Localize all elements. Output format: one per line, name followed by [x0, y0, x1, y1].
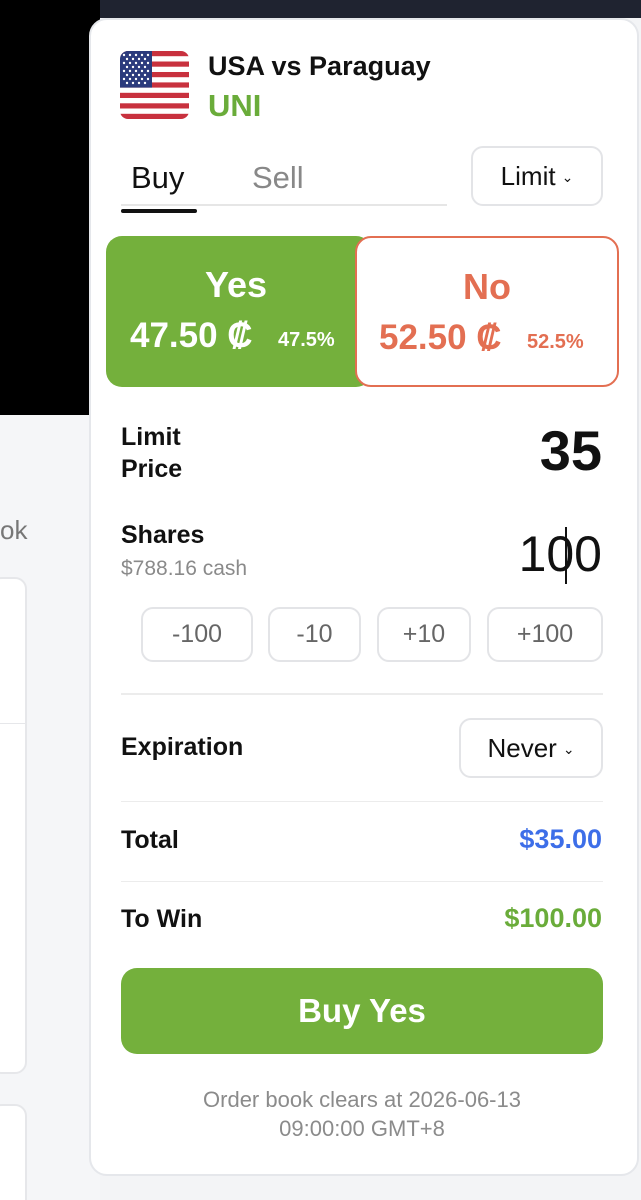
divider: [121, 801, 603, 802]
market-outcome: UNI: [208, 88, 262, 123]
shares-minus-100-button[interactable]: -100: [141, 607, 253, 662]
order-type-dropdown[interactable]: Limit ⌄: [471, 146, 603, 206]
limit-price-input[interactable]: 35: [480, 418, 602, 483]
no-price: 52.50 ₡: [379, 318, 502, 357]
order-book-note-line1: Order book clears at 2026-06-13: [203, 1087, 521, 1112]
shares-plus-100-button[interactable]: +100: [487, 607, 603, 662]
no-outcome-button[interactable]: No 52.50 ₡ 52.5%: [355, 236, 619, 387]
divider: [121, 693, 603, 695]
to-win-value: $100.00: [504, 903, 602, 933]
chevron-down-icon: ⌄: [561, 168, 574, 185]
total-value: $35.00: [519, 824, 602, 854]
yes-percentage: 47.5%: [278, 329, 335, 351]
tab-buy[interactable]: Buy: [131, 160, 184, 196]
total-label: Total: [121, 826, 179, 854]
background-card: [0, 1104, 27, 1200]
expiration-label: Expiration: [121, 733, 244, 761]
buy-yes-button[interactable]: Buy Yes: [121, 968, 603, 1054]
shares-input[interactable]: 100: [440, 525, 602, 583]
no-label: No: [463, 266, 511, 307]
no-percentage: 52.5%: [527, 331, 584, 353]
tab-divider: [121, 204, 447, 206]
available-cash: $788.16 cash: [121, 557, 248, 580]
background-card: [0, 577, 27, 1074]
limit-price-label: Limit Price: [121, 423, 183, 483]
tab-active-indicator: [121, 209, 197, 213]
background-partial-heading: ok: [0, 515, 28, 545]
text-cursor: [565, 527, 567, 584]
tab-sell[interactable]: Sell: [252, 160, 304, 196]
expiration-dropdown[interactable]: Never ⌄: [459, 718, 603, 778]
background-card-divider: [0, 723, 27, 724]
us-flag-icon: [120, 51, 189, 119]
order-book-note: Order book clears at 2026-06-13 09:00:00…: [121, 1085, 603, 1143]
yes-outcome-button[interactable]: Yes 47.50 ₡ 47.5%: [106, 236, 372, 387]
chevron-down-icon: ⌄: [562, 740, 575, 757]
yes-label: Yes: [204, 264, 268, 305]
yes-price: 47.50 ₡: [130, 316, 253, 355]
shares-minus-10-button[interactable]: -10: [268, 607, 361, 662]
order-type-label: Limit: [500, 160, 556, 191]
divider: [121, 881, 603, 882]
expiration-selected: Never: [487, 732, 557, 763]
to-win-label: To Win: [121, 905, 203, 933]
shares-label: Shares: [121, 521, 205, 549]
order-book-note-line2: 09:00:00 GMT+8: [279, 1116, 445, 1141]
market-title: USA vs Paraguay: [208, 51, 431, 81]
shares-plus-10-button[interactable]: +10: [377, 607, 471, 662]
background-video-area: [0, 0, 100, 415]
